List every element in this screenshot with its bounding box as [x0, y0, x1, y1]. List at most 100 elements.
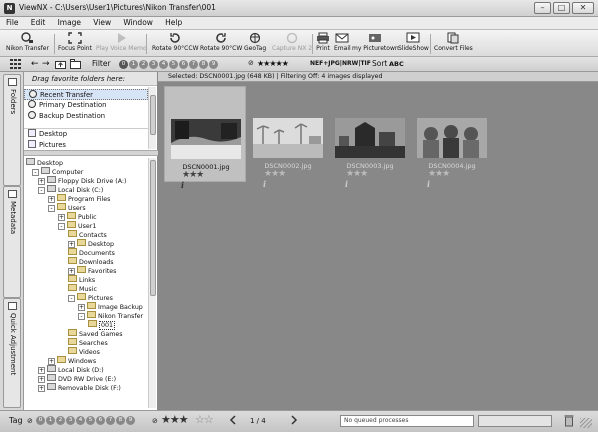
- thumbnail-item[interactable]: DSCN0002.jpg ★★★ i: [247, 86, 329, 189]
- thumbnail-rating[interactable]: ★★★: [264, 170, 286, 179]
- label-filter-9[interactable]: 9: [209, 60, 218, 69]
- thumbnail-rating[interactable]: ★★★: [346, 170, 368, 179]
- convert-files-button[interactable]: Convert Files: [434, 32, 473, 52]
- geotag-button[interactable]: GeoTag: [244, 32, 266, 52]
- no-label-icon[interactable]: ⊘: [27, 417, 33, 425]
- tree-item[interactable]: Music: [68, 284, 97, 293]
- tag-label-2[interactable]: 2: [56, 416, 65, 425]
- rating-filter[interactable]: ★★★★★: [257, 59, 289, 69]
- grid-view-icon[interactable]: [10, 59, 22, 69]
- slideshow-button[interactable]: SlideShow: [398, 32, 429, 52]
- favorite-recent-transfer[interactable]: Recent Transfer: [24, 89, 148, 100]
- label-filter-4[interactable]: 4: [159, 60, 168, 69]
- tag-label-5[interactable]: 5: [86, 416, 95, 425]
- expand-icon[interactable]: +: [58, 214, 65, 221]
- expand-icon[interactable]: +: [48, 358, 55, 365]
- folder-up-icon[interactable]: [55, 59, 66, 69]
- previous-image-icon[interactable]: [229, 415, 237, 425]
- sort-abc-button[interactable]: ABC: [389, 60, 404, 68]
- tree-item[interactable]: Saved Games: [68, 329, 122, 338]
- info-icon[interactable]: i: [345, 179, 348, 189]
- expand-icon[interactable]: +: [48, 196, 55, 203]
- thumbnail-item[interactable]: DSCN0001.jpg ★★★ i: [164, 86, 246, 190]
- menu-help[interactable]: Help: [159, 17, 186, 27]
- menu-file[interactable]: File: [0, 17, 23, 27]
- play-voice-memo-button[interactable]: Play Voice Memo: [96, 32, 147, 52]
- minimize-button[interactable]: –: [534, 2, 551, 14]
- rotate-ccw-button[interactable]: Rotate 90°CCW: [152, 32, 199, 52]
- close-button[interactable]: ✕: [572, 2, 594, 14]
- tree-item[interactable]: - Local Disk (C:): [38, 185, 103, 194]
- tree-item[interactable]: - Computer: [32, 167, 83, 176]
- thumbnail-item[interactable]: DSCN0003.jpg ★★★ i: [329, 86, 411, 189]
- process-queue-field[interactable]: No queued processes: [340, 415, 474, 427]
- label-filter-1[interactable]: 1: [129, 60, 138, 69]
- tree-item[interactable]: - User1: [58, 221, 96, 230]
- favorite-desktop[interactable]: Desktop: [24, 129, 148, 140]
- tag-label-9[interactable]: 9: [126, 416, 135, 425]
- resize-grip[interactable]: [580, 418, 592, 428]
- tab-metadata[interactable]: Metadata: [3, 186, 21, 298]
- menu-image[interactable]: Image: [52, 17, 86, 27]
- tree-item[interactable]: + Desktop: [68, 239, 114, 248]
- menu-edit[interactable]: Edit: [25, 17, 50, 27]
- tree-item[interactable]: Documents: [68, 248, 115, 257]
- format-filter[interactable]: NEF+JPG|NRW|TIF: [310, 60, 371, 67]
- capture-nx2-button[interactable]: Capture NX 2: [272, 32, 312, 52]
- tree-item[interactable]: + Local Disk (D:): [38, 365, 104, 374]
- tree-item[interactable]: + Windows: [48, 356, 96, 365]
- tag-label-0[interactable]: 0: [36, 416, 45, 425]
- label-filter-7[interactable]: 7: [189, 60, 198, 69]
- maximize-button[interactable]: □: [553, 2, 570, 14]
- thumbnail-rating[interactable]: ★★★: [182, 171, 204, 180]
- menu-view[interactable]: View: [87, 17, 115, 27]
- thumbnail-rating[interactable]: ★★★: [428, 170, 450, 179]
- favorite-backup-destination[interactable]: Backup Destination: [24, 111, 148, 122]
- tab-folders[interactable]: Folders: [3, 74, 21, 186]
- collapse-icon[interactable]: -: [58, 223, 65, 230]
- favorite-primary-destination[interactable]: Primary Destination: [24, 100, 148, 111]
- tag-label-8[interactable]: 8: [116, 416, 125, 425]
- tree-item[interactable]: - Pictures: [68, 293, 113, 302]
- tag-label-3[interactable]: 3: [66, 416, 75, 425]
- tree-item[interactable]: + Removable Disk (F:): [38, 383, 121, 392]
- expand-icon[interactable]: +: [38, 376, 45, 383]
- label-filter-8[interactable]: 8: [199, 60, 208, 69]
- label-filter-3[interactable]: 3: [149, 60, 158, 69]
- tag-label-7[interactable]: 7: [106, 416, 115, 425]
- tree-item[interactable]: + Image Backup: [78, 302, 143, 311]
- rating-empty[interactable]: ☆☆: [195, 414, 214, 426]
- tree-item[interactable]: + Favorites: [68, 266, 116, 275]
- info-icon[interactable]: i: [263, 179, 266, 189]
- folder-open-icon[interactable]: [70, 59, 81, 69]
- tree-item[interactable]: + Public: [58, 212, 97, 221]
- focus-point-button[interactable]: Focus Point: [58, 32, 92, 52]
- trash-icon[interactable]: [564, 414, 574, 427]
- no-rating-icon[interactable]: ⊘: [248, 59, 254, 67]
- tree-item[interactable]: - Users: [48, 203, 86, 212]
- tree-item[interactable]: + Floppy Disk Drive (A:): [38, 176, 127, 185]
- tree-item[interactable]: + Program Files: [48, 194, 110, 203]
- info-icon[interactable]: i: [427, 179, 430, 189]
- nikon-transfer-button[interactable]: Nikon Transfer: [6, 32, 49, 52]
- label-filter-0[interactable]: 0: [119, 60, 128, 69]
- panel-splitter[interactable]: [24, 150, 158, 156]
- collapse-icon[interactable]: -: [38, 187, 45, 194]
- label-filter-5[interactable]: 5: [169, 60, 178, 69]
- rating-filled[interactable]: ★★★: [161, 414, 189, 426]
- collapse-icon[interactable]: -: [32, 169, 39, 176]
- tag-label-6[interactable]: 6: [96, 416, 105, 425]
- tag-label-4[interactable]: 4: [76, 416, 85, 425]
- next-image-icon[interactable]: [290, 415, 298, 425]
- tree-item[interactable]: Downloads: [68, 257, 114, 266]
- tree-item[interactable]: 001: [88, 320, 116, 330]
- expand-icon[interactable]: +: [38, 367, 45, 374]
- tag-label-1[interactable]: 1: [46, 416, 55, 425]
- tree-item[interactable]: Contacts: [68, 230, 107, 239]
- expand-icon[interactable]: +: [78, 304, 85, 311]
- my-picturetown-button[interactable]: my Picturetown: [352, 32, 399, 52]
- no-rating-tag-icon[interactable]: ⊘: [152, 417, 158, 425]
- expand-icon[interactable]: +: [68, 268, 75, 275]
- rotate-cw-button[interactable]: Rotate 90°CW: [200, 32, 242, 52]
- email-button[interactable]: Email: [334, 32, 351, 52]
